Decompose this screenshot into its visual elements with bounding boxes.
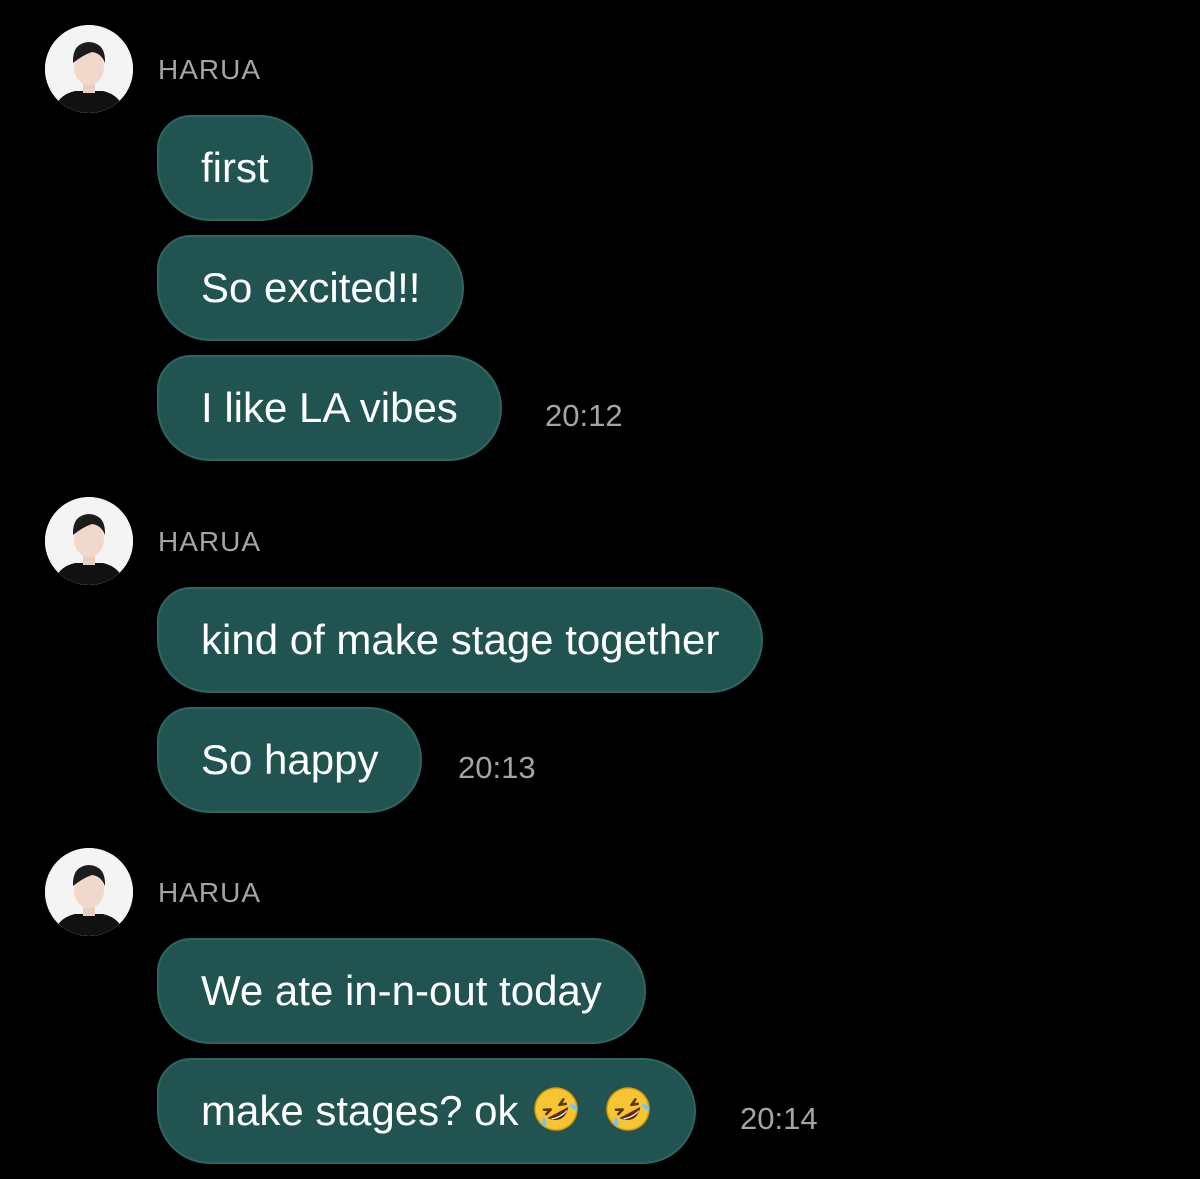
avatar[interactable]	[45, 25, 133, 113]
message-text: We ate in-n-out today	[201, 967, 602, 1014]
profile-photo-icon	[45, 25, 133, 113]
message-bubble[interactable]: kind of make stage together	[157, 587, 764, 693]
message-timestamp: 20:12	[545, 398, 623, 433]
message-bubble[interactable]: We ate in-n-out today	[157, 938, 646, 1044]
message-bubble[interactable]: make stages? ok	[157, 1058, 696, 1164]
message-timestamp: 20:14	[740, 1101, 818, 1136]
message-bubble[interactable]: first	[157, 115, 313, 221]
message-bubble[interactable]: So excited!!	[157, 235, 465, 341]
avatar[interactable]	[45, 848, 133, 936]
message-timestamp: 20:13	[458, 750, 536, 785]
sender-name: HARUA	[158, 877, 262, 908]
rolling-on-the-floor-laughing-icon	[604, 1085, 652, 1133]
sender-name: HARUA	[158, 54, 262, 85]
message-text: So excited!!	[201, 264, 421, 311]
sender-name: HARUA	[158, 526, 262, 557]
avatar[interactable]	[45, 497, 133, 585]
message-text: first	[201, 144, 269, 191]
rolling-on-the-floor-laughing-icon	[532, 1085, 580, 1133]
message-text: I like LA vibes	[201, 384, 458, 431]
message-text: kind of make stage together	[201, 616, 720, 663]
message-text: make stages? ok	[201, 1087, 519, 1134]
profile-photo-icon	[45, 497, 133, 585]
message-bubble[interactable]: I like LA vibes	[157, 355, 502, 461]
message-bubble[interactable]: So happy	[157, 707, 423, 813]
message-text: So happy	[201, 736, 379, 783]
profile-photo-icon	[45, 848, 133, 936]
